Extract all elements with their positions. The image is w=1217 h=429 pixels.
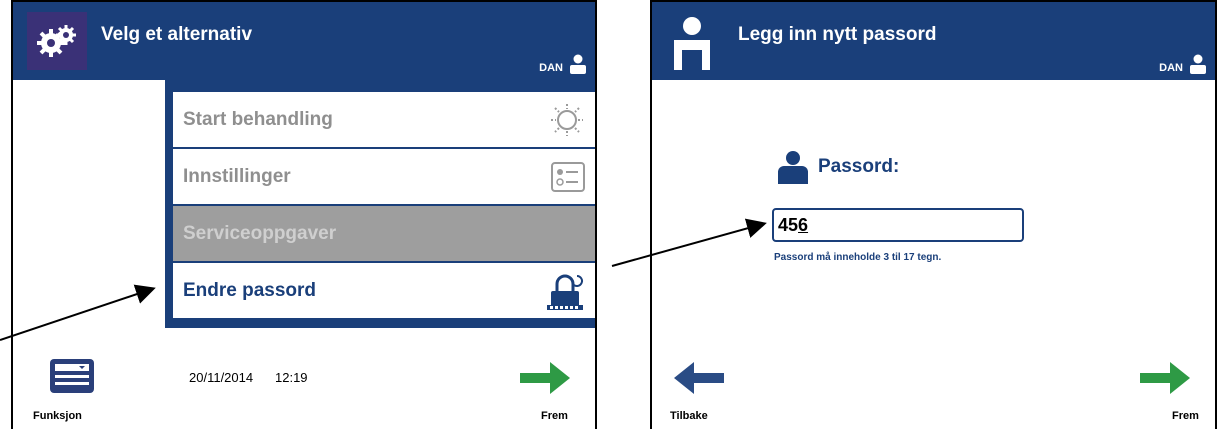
callout-arrow-password-field [611,218,767,267]
callout-arrow-change-password [0,284,156,341]
callout-arrows [0,218,767,341]
